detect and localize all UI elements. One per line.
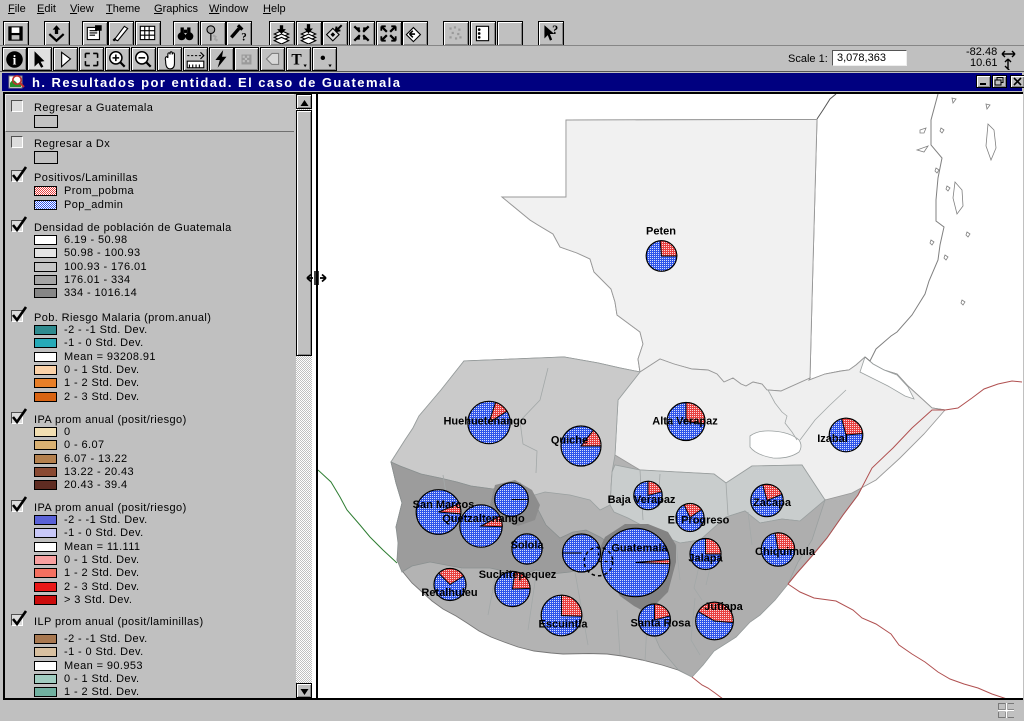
svg-text:Jutiapa: Jutiapa xyxy=(704,601,743,613)
svg-text:Solola: Solola xyxy=(510,540,544,552)
svg-text:Jalapa: Jalapa xyxy=(688,553,723,565)
svg-text:Retalhuleu: Retalhuleu xyxy=(421,587,477,599)
svg-text:i: i xyxy=(13,52,17,67)
svg-text:?: ? xyxy=(241,32,247,44)
svg-text:?: ? xyxy=(552,23,558,37)
svg-text:Guatemala: Guatemala xyxy=(611,543,668,555)
svg-text:Quetzaltenango: Quetzaltenango xyxy=(442,513,525,525)
svg-text:Suchitepequez: Suchitepequez xyxy=(479,569,557,581)
svg-text:Chiquimula: Chiquimula xyxy=(755,546,816,558)
svg-text:San Marcos: San Marcos xyxy=(413,499,475,511)
svg-text:Huehuetenango: Huehuetenango xyxy=(443,416,526,428)
svg-text:Alta Verapaz: Alta Verapaz xyxy=(652,416,718,428)
svg-text:Peten: Peten xyxy=(646,226,676,238)
svg-text:El Progreso: El Progreso xyxy=(668,515,730,527)
svg-text:Zacapa: Zacapa xyxy=(753,497,792,509)
svg-text:Santa Rosa: Santa Rosa xyxy=(631,618,692,630)
svg-text:Baja Verapaz: Baja Verapaz xyxy=(608,494,676,506)
svg-text:T: T xyxy=(291,51,302,68)
svg-text:Escuintla: Escuintla xyxy=(539,619,589,631)
svg-text:Izabal: Izabal xyxy=(817,433,848,445)
svg-text:Quiche: Quiche xyxy=(551,435,588,447)
